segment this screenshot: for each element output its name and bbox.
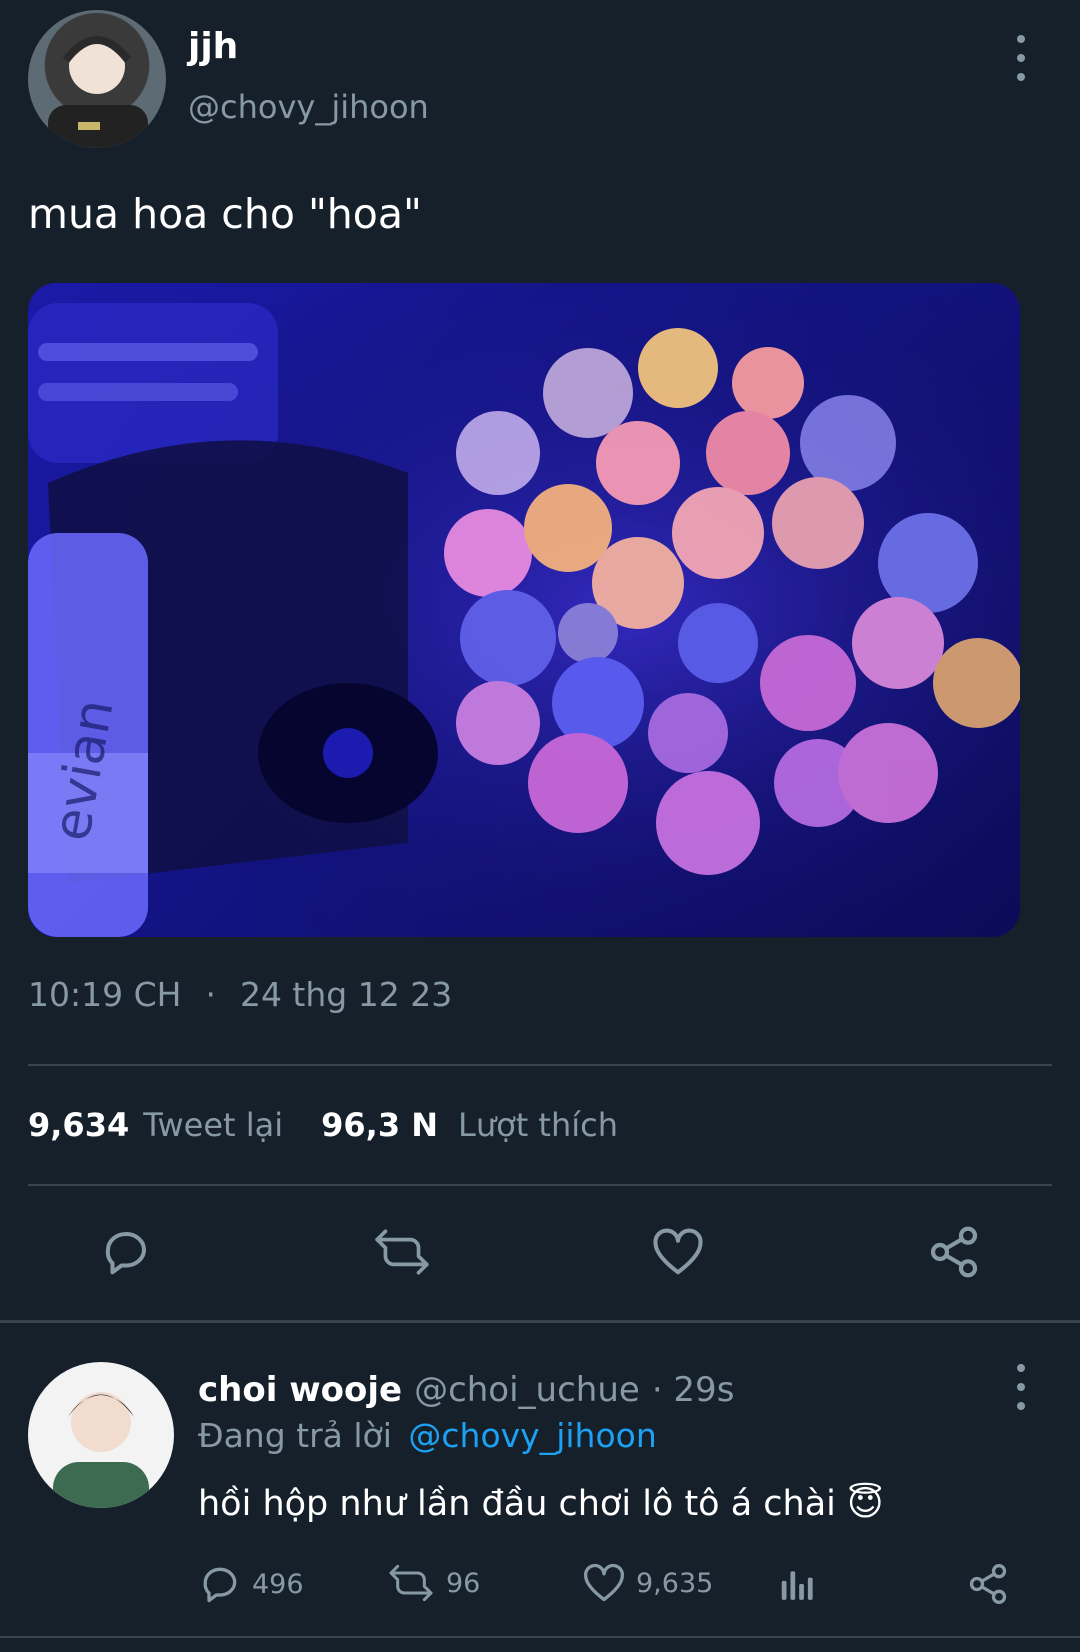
- tweet-text: mua hoa cho "hoa": [28, 190, 422, 238]
- author-avatar[interactable]: [28, 10, 166, 148]
- retweet-icon[interactable]: [370, 1222, 434, 1282]
- angel-emoji: 😇: [847, 1484, 884, 1524]
- reply-author-avatar[interactable]: [28, 1362, 174, 1508]
- likes-count[interactable]: 96,3 N: [321, 1106, 438, 1144]
- bottom-divider: [0, 1636, 1080, 1638]
- replying-to-prefix: Đang trả lời: [198, 1416, 392, 1455]
- reply-text-line: hồi hộp như lần đầu chơi lô tô á chài 😇: [198, 1484, 884, 1524]
- reply-time: · 29s: [651, 1370, 735, 1410]
- reply-icon[interactable]: [96, 1222, 156, 1282]
- tweet-time: 10:19 CH: [28, 975, 182, 1014]
- reply-more-options-icon[interactable]: [1006, 1364, 1036, 1410]
- more-options-icon[interactable]: [1006, 35, 1036, 81]
- author-name[interactable]: jjh: [188, 26, 238, 67]
- tweet-timestamp: 10:19 CH · 24 thg 12 23: [28, 975, 452, 1014]
- headset-avatar-image: [48, 36, 148, 148]
- retweets-label[interactable]: Tweet lại: [143, 1106, 283, 1144]
- tweet-stats: 9,634 Tweet lại 96,3 N Lượt thích: [28, 1106, 618, 1144]
- analytics-icon[interactable]: [776, 1564, 816, 1604]
- reply-reply-button[interactable]: 496: [198, 1562, 304, 1606]
- tweet-photo[interactable]: evian: [28, 283, 1020, 937]
- flower-bouquet-image: evian: [28, 283, 1020, 937]
- meta-separator: ·: [205, 975, 216, 1014]
- like-icon[interactable]: [648, 1222, 708, 1282]
- replying-to-line: Đang trả lời @chovy_jihoon: [198, 1416, 657, 1455]
- reply-header: choi wooje @choi_uchue · 29s: [198, 1370, 734, 1410]
- retweet-icon: [389, 1564, 433, 1602]
- retweets-count[interactable]: 9,634: [28, 1106, 129, 1144]
- divider: [28, 1064, 1052, 1066]
- reply-avatar-image: [53, 1392, 149, 1508]
- reply-count: 496: [252, 1568, 304, 1600]
- divider: [28, 1184, 1052, 1186]
- tweet-date: 24 thg 12 23: [239, 975, 453, 1014]
- reply-retweet-count: 96: [446, 1567, 481, 1599]
- reply-like-count: 9,635: [636, 1567, 714, 1599]
- reply-icon: [203, 1567, 237, 1603]
- reply-text: hồi hộp như lần đầu chơi lô tô á chài: [198, 1484, 836, 1524]
- share-icon[interactable]: [924, 1222, 984, 1282]
- likes-label[interactable]: Lượt thích: [458, 1106, 618, 1144]
- author-handle[interactable]: @chovy_jihoon: [188, 88, 429, 126]
- like-icon: [584, 1563, 624, 1602]
- reply-share-icon[interactable]: [966, 1562, 1010, 1606]
- reply-author-handle[interactable]: @choi_uchue: [414, 1370, 640, 1410]
- section-divider: [0, 1320, 1080, 1323]
- replying-to-handle[interactable]: @chovy_jihoon: [408, 1416, 656, 1455]
- reply-like-button[interactable]: 9,635: [582, 1562, 713, 1604]
- reply-author-name[interactable]: choi wooje: [198, 1370, 402, 1410]
- reply-retweet-button[interactable]: 96: [386, 1562, 480, 1604]
